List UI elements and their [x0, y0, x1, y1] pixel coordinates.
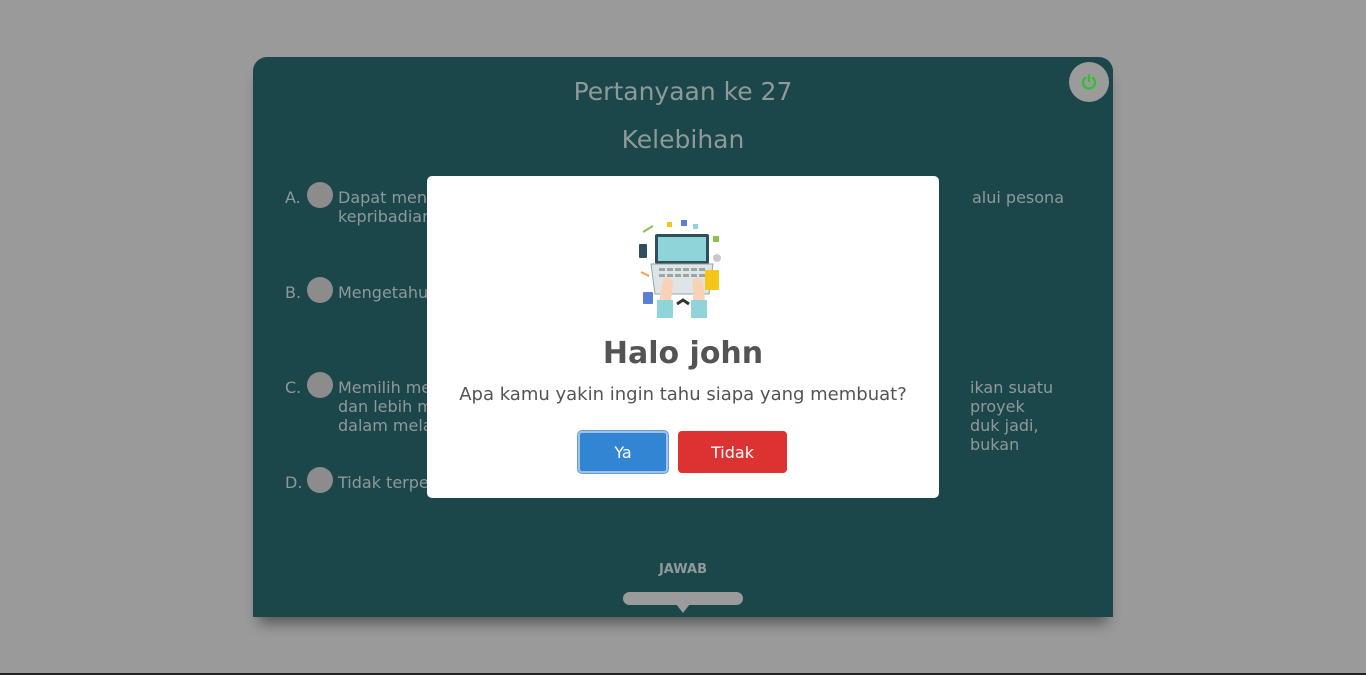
option-radio[interactable]: [307, 467, 333, 493]
confirm-button[interactable]: Ya: [578, 431, 668, 473]
answer-pointer-icon: [676, 604, 690, 613]
question-text: Kelebihan: [621, 125, 745, 154]
option-text-right: alui pesona: [972, 188, 1064, 207]
dialog-message: Apa kamu yakin ingin tahu siapa yang mem…: [459, 384, 907, 405]
power-button[interactable]: [1069, 62, 1109, 102]
option-radio[interactable]: [307, 372, 333, 398]
cancel-button[interactable]: Tidak: [678, 431, 787, 473]
confirm-dialog: Halo john Apa kamu yakin ingin tahu siap…: [427, 176, 939, 498]
option-letter: D.: [285, 473, 303, 492]
option-radio[interactable]: [307, 182, 333, 208]
answer-button-label[interactable]: JAWAB: [253, 562, 1113, 577]
dialog-title: Halo john: [602, 336, 764, 371]
option-letter: A.: [285, 188, 301, 207]
question-title: Pertanyaan ke 27: [573, 77, 793, 106]
option-letter: B.: [285, 283, 302, 302]
option-text-right: ikan suatu proyek duk jadi, bukan: [970, 378, 1054, 454]
option-radio[interactable]: [307, 277, 333, 303]
option-letter: C.: [285, 378, 302, 397]
laptop-workspace-illustration: [639, 220, 721, 318]
power-icon: [1081, 74, 1097, 90]
